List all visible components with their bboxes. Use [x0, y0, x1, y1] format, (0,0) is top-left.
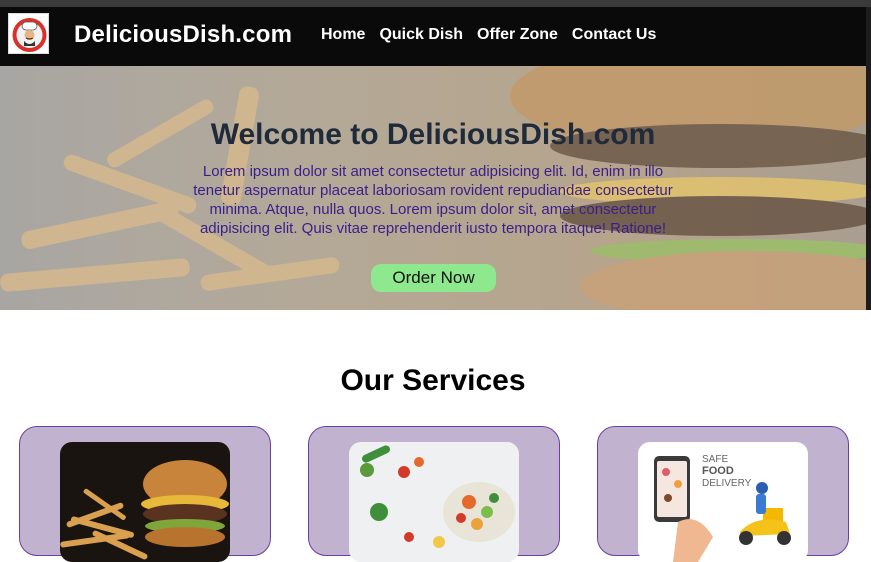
hero-title: Welcome to DeliciousDish.com [210, 118, 656, 151]
burger-fries-image [60, 442, 230, 562]
service-card-burger[interactable] [19, 426, 271, 562]
navbar: DeliciousDish.com Home Quick Dish Offer … [0, 7, 866, 66]
svg-text:FOOD: FOOD [702, 465, 734, 477]
brand-name[interactable]: DeliciousDish.com [74, 21, 292, 49]
service-card-salad[interactable] [308, 426, 560, 562]
svg-text:DELIVERY: DELIVERY [702, 478, 752, 489]
nav-offer-zone[interactable]: Offer Zone [477, 26, 558, 44]
food-delivery-image: SAFE FOOD DELIVERY [638, 442, 808, 562]
nav-quick-dish[interactable]: Quick Dish [379, 26, 463, 44]
service-card-delivery[interactable]: SAFE FOOD DELIVERY [597, 426, 849, 562]
services-heading: Our Services [340, 364, 526, 397]
hero-content: Welcome to DeliciousDish.com Lorem ipsum… [0, 66, 866, 310]
chef-logo-icon[interactable] [8, 13, 49, 54]
order-now-button[interactable]: Order Now [371, 264, 496, 292]
hero-banner: Welcome to DeliciousDish.com Lorem ipsum… [0, 66, 866, 310]
nav-contact-us[interactable]: Contact Us [572, 26, 656, 44]
browser-top-strip [0, 0, 871, 7]
nav-home[interactable]: Home [321, 26, 365, 44]
hero-description: Lorem ipsum dolor sit amet consectetur a… [193, 163, 673, 237]
svg-text:SAFE: SAFE [702, 454, 728, 465]
salad-bowl-image [349, 442, 519, 562]
scrollbar-track[interactable] [866, 7, 871, 310]
main-nav: Home Quick Dish Offer Zone Contact Us [321, 26, 670, 44]
